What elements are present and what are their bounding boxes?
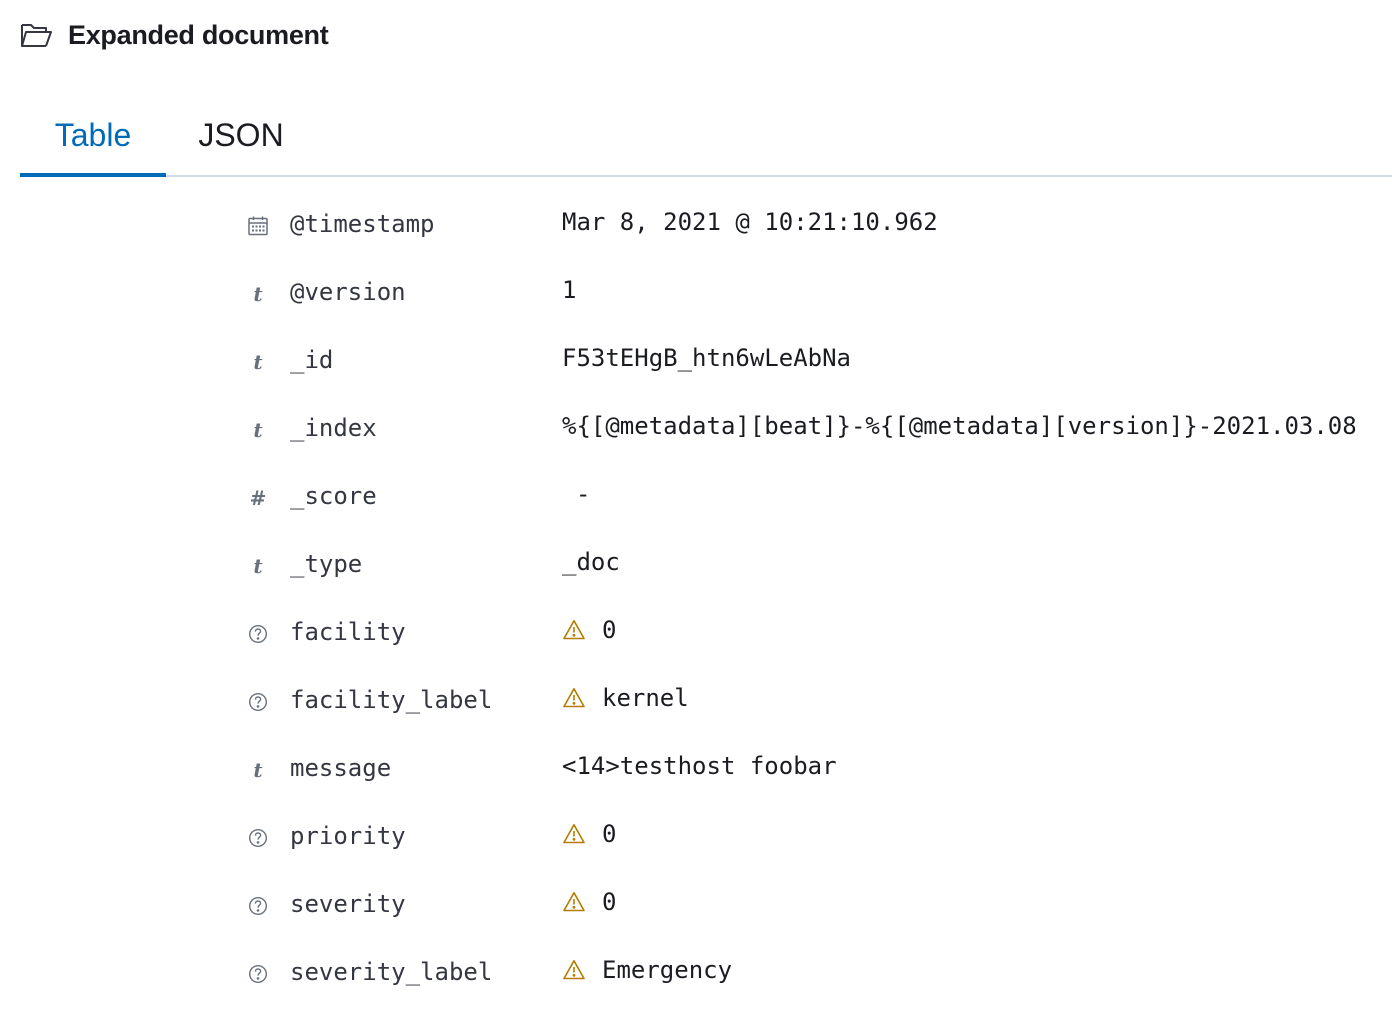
string-type-icon: t: [246, 758, 270, 782]
unknown-type-icon: [246, 962, 270, 986]
field-name: severity: [290, 890, 406, 918]
number-type-glyph: #: [249, 486, 267, 510]
warning-icon: [562, 890, 586, 914]
field-value: 0: [562, 616, 616, 644]
unknown-type-icon: [246, 826, 270, 850]
unknown-type-icon: [246, 690, 270, 714]
field-value-text: 0: [602, 616, 617, 644]
tab-json[interactable]: JSON: [186, 96, 296, 175]
field-value: Mar 8, 2021 @ 10:21:10.962: [562, 208, 938, 236]
field-value-text: _doc: [562, 548, 620, 576]
field-value: 0: [562, 820, 616, 848]
table-row: @timestamp Mar 8, 2021 @ 10:21:10.962: [0, 190, 1392, 258]
field-name: priority: [290, 822, 406, 850]
table-row: facility 0: [0, 598, 1392, 666]
table-row: priority 0: [0, 802, 1392, 870]
warning-icon: [562, 618, 586, 642]
table-row: t @version 1: [0, 258, 1392, 326]
string-type-glyph: t: [253, 350, 263, 374]
field-name: severity_label: [290, 958, 493, 986]
folder-open-icon: [20, 21, 52, 49]
unknown-type-icon: [246, 894, 270, 918]
table-row: facility_label kernel: [0, 666, 1392, 734]
field-value-text: F53tEHgB_htn6wLeAbNa: [562, 344, 851, 372]
field-value-text: kernel: [602, 684, 689, 712]
table-row: t _index %{[@metadata][beat]}-%{[@metada…: [0, 394, 1392, 462]
calendar-icon: [246, 214, 270, 238]
tab-table[interactable]: Table: [20, 96, 166, 177]
warning-icon: [562, 958, 586, 982]
field-value-text: <14>testhost foobar: [562, 752, 837, 780]
string-type-glyph: t: [253, 554, 263, 578]
warning-icon: [562, 686, 586, 710]
field-value: 1: [562, 276, 576, 304]
warning-icon: [562, 822, 586, 846]
field-name: _type: [290, 550, 363, 578]
field-value-text: -: [576, 480, 591, 508]
string-type-icon: t: [246, 282, 270, 306]
field-name: message: [290, 754, 392, 782]
table-row: t _type _doc: [0, 530, 1392, 598]
field-value-text: 1: [562, 276, 577, 304]
string-type-icon: t: [246, 350, 270, 374]
string-type-icon: t: [246, 418, 270, 442]
field-name: _id: [290, 346, 334, 374]
string-type-glyph: t: [253, 758, 263, 782]
field-name: facility: [290, 618, 406, 646]
field-value: <14>testhost foobar: [562, 752, 837, 780]
field-value-text: %{[@metadata][beat]}-%{[@metadata][versi…: [562, 412, 1357, 440]
field-name: facility_label: [290, 686, 493, 714]
flyout-header: Expanded document: [20, 16, 329, 54]
field-value-text: 0: [602, 888, 617, 916]
field-name: _index: [290, 414, 377, 442]
field-value-text: Mar 8, 2021 @ 10:21:10.962: [562, 208, 938, 236]
field-name: @version: [290, 278, 406, 306]
field-name: @timestamp: [290, 210, 435, 238]
string-type-icon: t: [246, 554, 270, 578]
document-view-tabs: Table JSON: [20, 96, 1392, 177]
field-value: F53tEHgB_htn6wLeAbNa: [562, 344, 851, 372]
table-row: t message <14>testhost foobar: [0, 734, 1392, 802]
table-row: severity_label Emergency: [0, 938, 1392, 1006]
field-value: _doc: [562, 548, 620, 576]
field-value: 0: [562, 888, 616, 916]
string-type-glyph: t: [253, 282, 263, 306]
field-name: _score: [290, 482, 377, 510]
unknown-type-icon: [246, 622, 270, 646]
table-row: t _id F53tEHgB_htn6wLeAbNa: [0, 326, 1392, 394]
flyout-title: Expanded document: [68, 19, 329, 50]
table-row: # _score -: [0, 462, 1392, 530]
field-value-text: 0: [602, 820, 617, 848]
string-type-glyph: t: [253, 418, 263, 442]
table-row: severity 0: [0, 870, 1392, 938]
field-value-text: Emergency: [602, 956, 733, 984]
number-type-icon: #: [246, 486, 270, 510]
field-value: -: [576, 480, 590, 508]
field-value: Emergency: [562, 956, 732, 984]
field-value: %{[@metadata][beat]}-%{[@metadata][versi…: [562, 412, 1357, 440]
field-value: kernel: [562, 684, 689, 712]
